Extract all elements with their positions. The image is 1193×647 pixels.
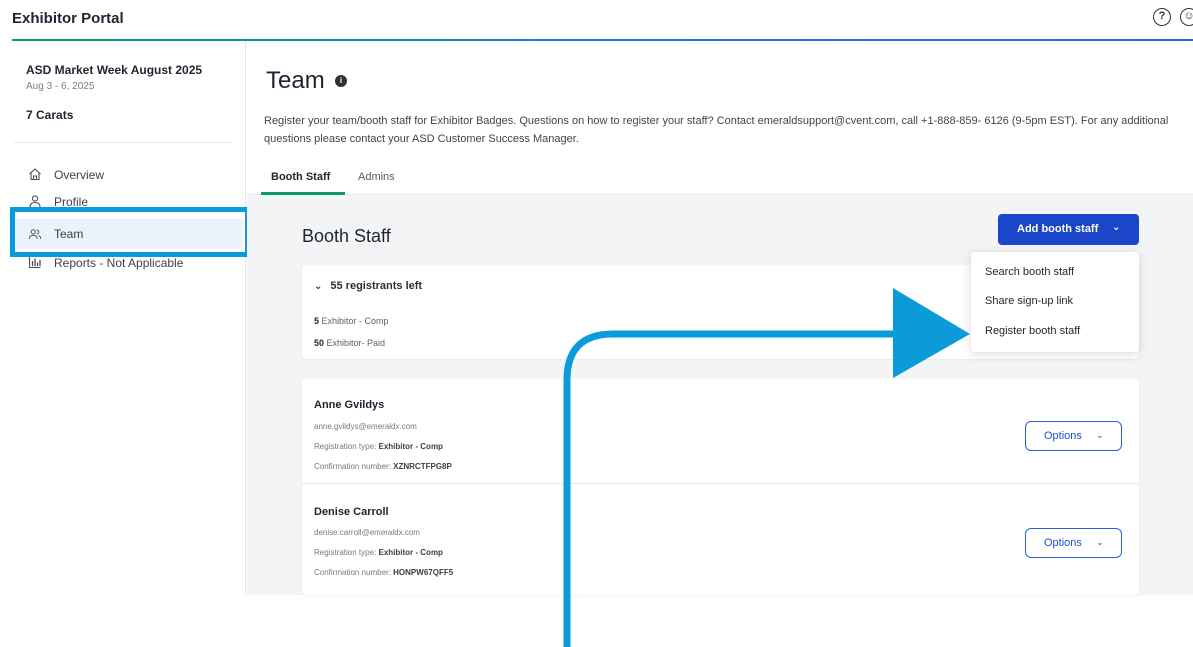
confirmation-number: XZNRCTFPG8P bbox=[393, 462, 452, 471]
team-highlight-box bbox=[10, 207, 250, 257]
company-name: 7 Carats bbox=[26, 108, 74, 122]
page-title: Team bbox=[266, 67, 325, 94]
options-label: Options bbox=[1044, 430, 1082, 442]
event-name: ASD Market Week August 2025 bbox=[26, 63, 203, 77]
list-item: Anne Gvildys anne.gvildys@emeraldx.com R… bbox=[302, 379, 1139, 483]
staff-registration-type: Registration type: Exhibitor - Comp bbox=[314, 442, 443, 451]
sidebar-item-label: Reports - Not Applicable bbox=[54, 256, 184, 270]
info-icon[interactable]: i bbox=[335, 75, 347, 87]
list-item: Denise Carroll denise.carroll@emeraldx.c… bbox=[302, 483, 1139, 587]
registration-type-value: Exhibitor - Comp bbox=[378, 548, 443, 557]
registration-type-label: Registration type: bbox=[314, 548, 377, 557]
options-label: Options bbox=[1044, 537, 1082, 549]
chevron-down-icon: ⌄ bbox=[1096, 430, 1104, 440]
staff-name: Denise Carroll bbox=[314, 506, 389, 518]
staff-confirmation: Confirmation number: HONPW67QFF5 bbox=[314, 568, 453, 577]
confirmation-number: HONPW67QFF5 bbox=[393, 568, 454, 577]
registrant-count: 50 bbox=[314, 338, 325, 348]
options-button[interactable]: Options ⌄ bbox=[1025, 421, 1122, 451]
tab-bar: Booth Staff Admins bbox=[247, 163, 1193, 195]
top-bar: Exhibitor Portal ? ☺ bbox=[0, 0, 1193, 40]
help-circle-icon[interactable]: ? bbox=[1153, 8, 1171, 26]
add-booth-staff-button[interactable]: Add booth staff ⌄ bbox=[998, 214, 1139, 245]
registration-type-value: Exhibitor - Comp bbox=[378, 442, 443, 451]
tab-booth-staff[interactable]: Booth Staff bbox=[271, 171, 330, 183]
add-booth-staff-label: Add booth staff bbox=[1017, 223, 1099, 235]
event-dates: Aug 3 - 6, 2025 bbox=[26, 81, 95, 92]
menu-item-register-booth-staff[interactable]: Register booth staff bbox=[985, 325, 1080, 337]
page-description: Register your team/booth staff for Exhib… bbox=[264, 115, 1169, 145]
chevron-down-icon: ⌄ bbox=[1096, 537, 1104, 547]
section-title: Booth Staff bbox=[302, 226, 391, 246]
staff-email: denise.carroll@emeraldx.com bbox=[314, 528, 420, 537]
home-icon bbox=[29, 168, 41, 181]
registrant-type: Exhibitor- Paid bbox=[326, 338, 386, 348]
tab-admins[interactable]: Admins bbox=[358, 171, 395, 183]
person-icon bbox=[29, 195, 41, 208]
staff-confirmation: Confirmation number: XZNRCTFPG8P bbox=[314, 462, 452, 471]
staff-registration-type: Registration type: Exhibitor - Comp bbox=[314, 548, 443, 557]
registration-type-label: Registration type: bbox=[314, 442, 377, 451]
options-button[interactable]: Options ⌄ bbox=[1025, 528, 1122, 558]
bar-chart-icon bbox=[28, 256, 41, 269]
sidebar-item-overview[interactable]: Overview bbox=[14, 161, 240, 189]
confirmation-label: Confirmation number: bbox=[314, 462, 391, 471]
confirmation-label: Confirmation number: bbox=[314, 568, 391, 577]
menu-item-search-booth-staff[interactable]: Search booth staff bbox=[985, 266, 1074, 278]
sidebar-divider bbox=[14, 142, 232, 143]
registrant-type: Exhibitor - Comp bbox=[321, 316, 389, 326]
registrant-line: 50 Exhibitor- Paid bbox=[314, 338, 385, 348]
menu-item-share-sign-up-link[interactable]: Share sign-up link bbox=[985, 295, 1073, 307]
user-circle-icon[interactable]: ☺ bbox=[1180, 8, 1193, 26]
registrant-count: 5 bbox=[314, 316, 320, 326]
staff-name: Anne Gvildys bbox=[314, 399, 385, 411]
registrant-line: 5 Exhibitor - Comp bbox=[314, 316, 389, 326]
chevron-down-icon: ⌄ bbox=[1112, 222, 1121, 233]
sidebar: ASD Market Week August 2025 Aug 3 - 6, 2… bbox=[0, 41, 246, 595]
chevron-down-icon: ⌄ bbox=[314, 281, 323, 292]
registrants-toggle[interactable]: ⌄ 55 registrants left bbox=[314, 280, 422, 292]
app-title: Exhibitor Portal bbox=[12, 10, 124, 27]
staff-list-card: Anne Gvildys anne.gvildys@emeraldx.com R… bbox=[302, 379, 1139, 595]
staff-email: anne.gvildys@emeraldx.com bbox=[314, 422, 417, 431]
sidebar-item-label: Overview bbox=[54, 168, 105, 182]
registrants-summary: 55 registrants left bbox=[330, 280, 423, 292]
add-booth-staff-menu: Search booth staff Share sign-up link Re… bbox=[971, 252, 1139, 352]
